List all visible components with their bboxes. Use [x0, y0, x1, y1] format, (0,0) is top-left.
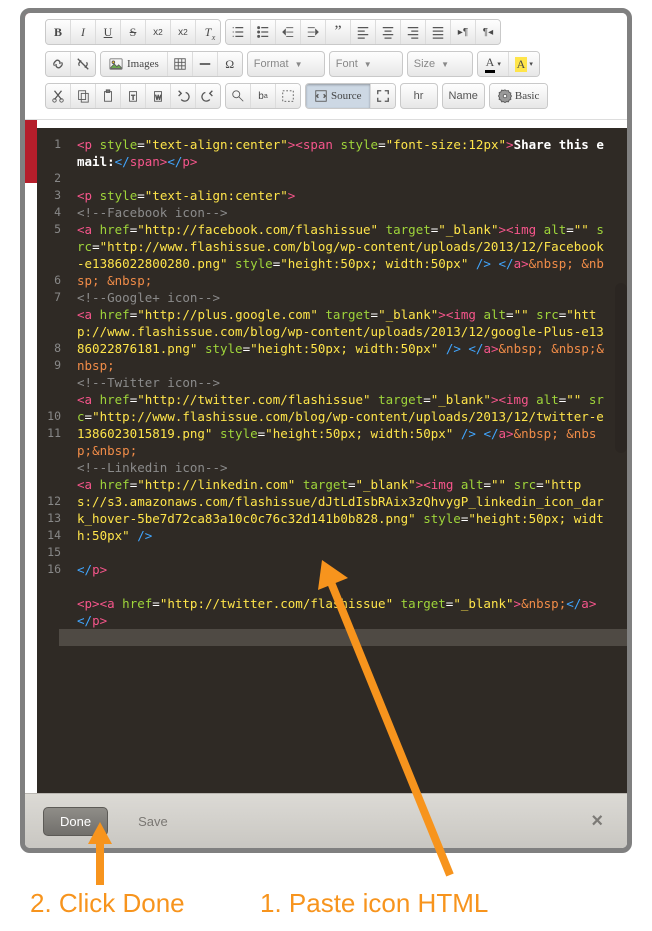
source-editor[interactable]: 1 2 3 4 5 6 7 8 9 10 11 12 13 14 15 16 <…: [37, 128, 627, 794]
source-button[interactable]: Source: [306, 84, 371, 108]
code-body[interactable]: <p style="text-align:center"><span style…: [67, 128, 619, 794]
close-button[interactable]: ×: [585, 809, 609, 834]
basic-label: Basic: [515, 90, 539, 102]
superscript-button[interactable]: x2: [171, 20, 196, 44]
blockquote-button[interactable]: ”: [326, 20, 351, 44]
outdent-button[interactable]: [276, 20, 301, 44]
copy-button[interactable]: [71, 84, 96, 108]
annotation-step1: 1. Paste icon HTML: [260, 888, 488, 919]
align-justify-button[interactable]: [426, 20, 451, 44]
undo-button[interactable]: [171, 84, 196, 108]
toolbar-row-3: T W ba Source hr Name: [45, 83, 621, 109]
ltr-button[interactable]: ▸¶: [451, 20, 476, 44]
done-button[interactable]: Done: [43, 807, 108, 836]
bold-button[interactable]: B: [46, 20, 71, 44]
cut-button[interactable]: [46, 84, 71, 108]
italic-button[interactable]: I: [71, 20, 96, 44]
bg-color-button[interactable]: A▾: [509, 52, 539, 76]
strike-button[interactable]: S: [121, 20, 146, 44]
unlink-button[interactable]: [71, 52, 95, 76]
chevron-down-icon: ▼: [441, 60, 449, 69]
paste-word-button[interactable]: W: [146, 84, 171, 108]
replace-button[interactable]: ba: [251, 84, 276, 108]
hr-button[interactable]: hr: [400, 83, 438, 109]
svg-text:W: W: [155, 95, 161, 102]
rtl-button[interactable]: ¶◂: [476, 20, 500, 44]
format-dropdown[interactable]: Format▼: [247, 51, 325, 77]
size-dropdown[interactable]: Size▼: [407, 51, 473, 77]
font-dropdown[interactable]: Font▼: [329, 51, 403, 77]
align-center-button[interactable]: [376, 20, 401, 44]
paste-button[interactable]: [96, 84, 121, 108]
remove-format-button[interactable]: Tx: [196, 20, 220, 44]
underline-button[interactable]: U: [96, 20, 121, 44]
line-gutter: 1 2 3 4 5 6 7 8 9 10 11 12 13 14 15 16: [37, 128, 67, 794]
numbered-list-button[interactable]: [226, 20, 251, 44]
subscript-button[interactable]: x2: [146, 20, 171, 44]
toolbar-row-1: B I U S x2 x2 Tx ” ▸¶ ¶◂: [45, 19, 621, 45]
select-all-button[interactable]: [276, 84, 300, 108]
line-button[interactable]: [193, 52, 218, 76]
align-left-button[interactable]: [351, 20, 376, 44]
table-button[interactable]: [168, 52, 193, 76]
toolbar: B I U S x2 x2 Tx ” ▸¶ ¶◂: [25, 13, 627, 120]
editor-dialog: B I U S x2 x2 Tx ” ▸¶ ¶◂: [20, 8, 632, 853]
chevron-down-icon: ▼: [364, 60, 372, 69]
chevron-down-icon: ▼: [295, 60, 303, 69]
find-button[interactable]: [226, 84, 251, 108]
maximize-button[interactable]: [371, 84, 395, 108]
bullet-list-button[interactable]: [251, 20, 276, 44]
name-button[interactable]: Name: [442, 83, 485, 109]
paste-text-button[interactable]: T: [121, 84, 146, 108]
basic-button[interactable]: Basic: [490, 84, 547, 108]
annotation-step2: 2. Click Done: [30, 888, 185, 919]
source-label: Source: [331, 90, 362, 102]
text-color-button[interactable]: A▾: [478, 52, 509, 76]
redo-button[interactable]: [196, 84, 220, 108]
images-label: Images: [127, 58, 159, 70]
special-char-button[interactable]: Ω: [218, 52, 242, 76]
svg-text:T: T: [131, 95, 135, 102]
scrollbar-thumb[interactable]: [615, 283, 627, 453]
images-button[interactable]: Images: [101, 52, 168, 76]
align-right-button[interactable]: [401, 20, 426, 44]
save-button[interactable]: Save: [132, 813, 174, 830]
dialog-footer: Done Save ×: [25, 793, 627, 848]
link-button[interactable]: [46, 52, 71, 76]
indent-button[interactable]: [301, 20, 326, 44]
toolbar-row-2: Images Ω Format▼ Font▼ Size▼ A▾ A▾: [45, 51, 621, 77]
